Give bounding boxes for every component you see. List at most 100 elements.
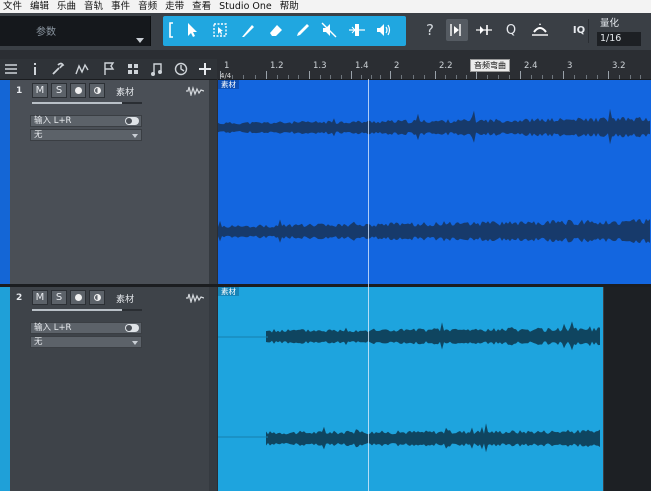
quantize-q-button[interactable]: Q	[500, 19, 522, 41]
input-toggle[interactable]	[125, 117, 139, 125]
eraser-tool-button[interactable]	[265, 19, 287, 41]
monitor-button[interactable]	[89, 83, 105, 98]
ruler-subtick	[380, 75, 382, 79]
audio-clip[interactable]: 素材	[218, 80, 651, 284]
solo-label: S	[55, 85, 63, 96]
wrench-icon[interactable]	[49, 60, 67, 78]
menu-icon[interactable]	[2, 60, 20, 78]
ruler-label: 1.3	[313, 61, 327, 71]
snap-button[interactable]	[529, 19, 551, 41]
menu-studio-one[interactable]: Studio One	[216, 0, 277, 13]
quantize-value: 1/16	[600, 33, 622, 44]
output-value: 无	[34, 130, 43, 140]
volume-slider[interactable]	[32, 309, 142, 311]
chevron-down-icon	[132, 134, 138, 138]
bend-markers-button[interactable]	[446, 19, 468, 41]
audio-clip[interactable]: 素材	[218, 287, 603, 491]
split-tool-button[interactable]	[237, 19, 259, 41]
clock-icon[interactable]	[172, 60, 190, 78]
ruler-subtick	[455, 75, 457, 79]
note-icon[interactable]	[148, 60, 166, 78]
solo-button[interactable]: S	[51, 83, 67, 98]
iq-button[interactable]: IQ	[568, 19, 590, 41]
ruler-tick	[608, 71, 609, 79]
ruler-subtick	[498, 75, 499, 79]
menu-file[interactable]: 文件	[0, 0, 27, 13]
track-2-lane[interactable]: 素材	[218, 287, 651, 491]
mute-button[interactable]: M	[32, 290, 48, 305]
bend-tool-button[interactable]	[346, 19, 368, 41]
ruler-tick	[563, 71, 564, 79]
menu-track[interactable]: 音轨	[81, 0, 108, 13]
waveform-icon[interactable]	[186, 293, 204, 303]
waveform-icon[interactable]	[186, 86, 204, 96]
menu-view[interactable]: 查看	[189, 0, 216, 13]
waveform	[218, 321, 600, 453]
ruler-subtick	[618, 75, 620, 79]
monitor-button[interactable]	[89, 290, 105, 305]
track-1-divider	[209, 80, 217, 284]
quantize-select[interactable]: 1/16	[597, 32, 641, 46]
range-tool-button[interactable]	[209, 19, 231, 41]
mute-tool-button[interactable]	[318, 19, 340, 41]
ruler-label: 2.4	[524, 61, 538, 71]
ruler-subtick	[243, 75, 244, 79]
menu-help[interactable]: 帮助	[277, 0, 304, 13]
ruler-subtick	[401, 75, 403, 79]
track-2-header[interactable]: 2 M S 素材 输入 L+R 无	[10, 287, 209, 491]
menu-edit[interactable]: 编辑	[27, 0, 54, 13]
record-button[interactable]	[70, 83, 86, 98]
listen-tool-button[interactable]	[373, 19, 395, 41]
track-1-lane[interactable]: 素材	[218, 80, 651, 284]
flag-icon[interactable]	[100, 60, 118, 78]
paint-tool-button[interactable]	[292, 19, 314, 41]
ruler-subtick	[445, 75, 447, 79]
ruler-label: 2	[394, 61, 400, 71]
ruler-subtick	[574, 75, 576, 79]
quantize-label: 量化	[600, 18, 620, 29]
audio-bend-button[interactable]	[473, 19, 495, 41]
solo-button[interactable]: S	[51, 290, 67, 305]
menu-song[interactable]: 乐曲	[54, 0, 81, 13]
ruler-label: 3	[567, 61, 573, 71]
menu-audio[interactable]: 音频	[135, 0, 162, 13]
info-icon[interactable]	[26, 60, 44, 78]
track-1-header[interactable]: 1 M S 素材 输入 L+R 无	[10, 80, 209, 284]
ruler-subtick	[360, 75, 362, 79]
monitor-icon	[93, 87, 101, 94]
arrow-tool-button[interactable]	[181, 19, 203, 41]
track-list-header	[0, 59, 217, 80]
track-name[interactable]: 素材	[116, 85, 134, 98]
ruler-subtick	[319, 75, 321, 79]
ruler-tick	[476, 71, 477, 79]
menu-transport[interactable]: 走带	[162, 0, 189, 13]
track-2-color-strip[interactable]	[0, 287, 10, 491]
bend-marker-icon	[349, 24, 365, 36]
empty-lane-area[interactable]	[603, 287, 651, 491]
help-button[interactable]: ?	[419, 19, 441, 41]
eraser-icon	[270, 25, 282, 36]
ruler-subtick	[287, 75, 289, 79]
ruler-subtick	[465, 75, 467, 79]
volume-slider[interactable]	[32, 102, 142, 104]
grid-icon[interactable]	[124, 60, 142, 78]
track-name[interactable]: 素材	[116, 292, 134, 305]
track-number: 2	[16, 293, 23, 303]
input-toggle[interactable]	[125, 324, 139, 332]
output-select[interactable]: 无	[30, 336, 142, 348]
automation-icon[interactable]	[73, 60, 91, 78]
output-select[interactable]: 无	[30, 129, 142, 141]
playhead[interactable]	[368, 79, 369, 491]
record-button[interactable]	[70, 290, 86, 305]
ruler-tick	[351, 71, 352, 79]
parameter-dropdown[interactable]: 参数	[0, 16, 151, 46]
track-1-color-strip[interactable]	[0, 80, 10, 284]
ruler-subtick	[370, 75, 372, 79]
timeline-ruler[interactable]: 11.21.31.422.22.32.433.2	[218, 59, 651, 80]
add-track-icon[interactable]	[196, 60, 214, 78]
mute-button[interactable]: M	[32, 83, 48, 98]
ruler-label: 1.4	[355, 61, 369, 71]
menu-event[interactable]: 事件	[108, 0, 135, 13]
ruler-subtick	[596, 75, 598, 79]
ruler-label: 1	[224, 61, 230, 71]
